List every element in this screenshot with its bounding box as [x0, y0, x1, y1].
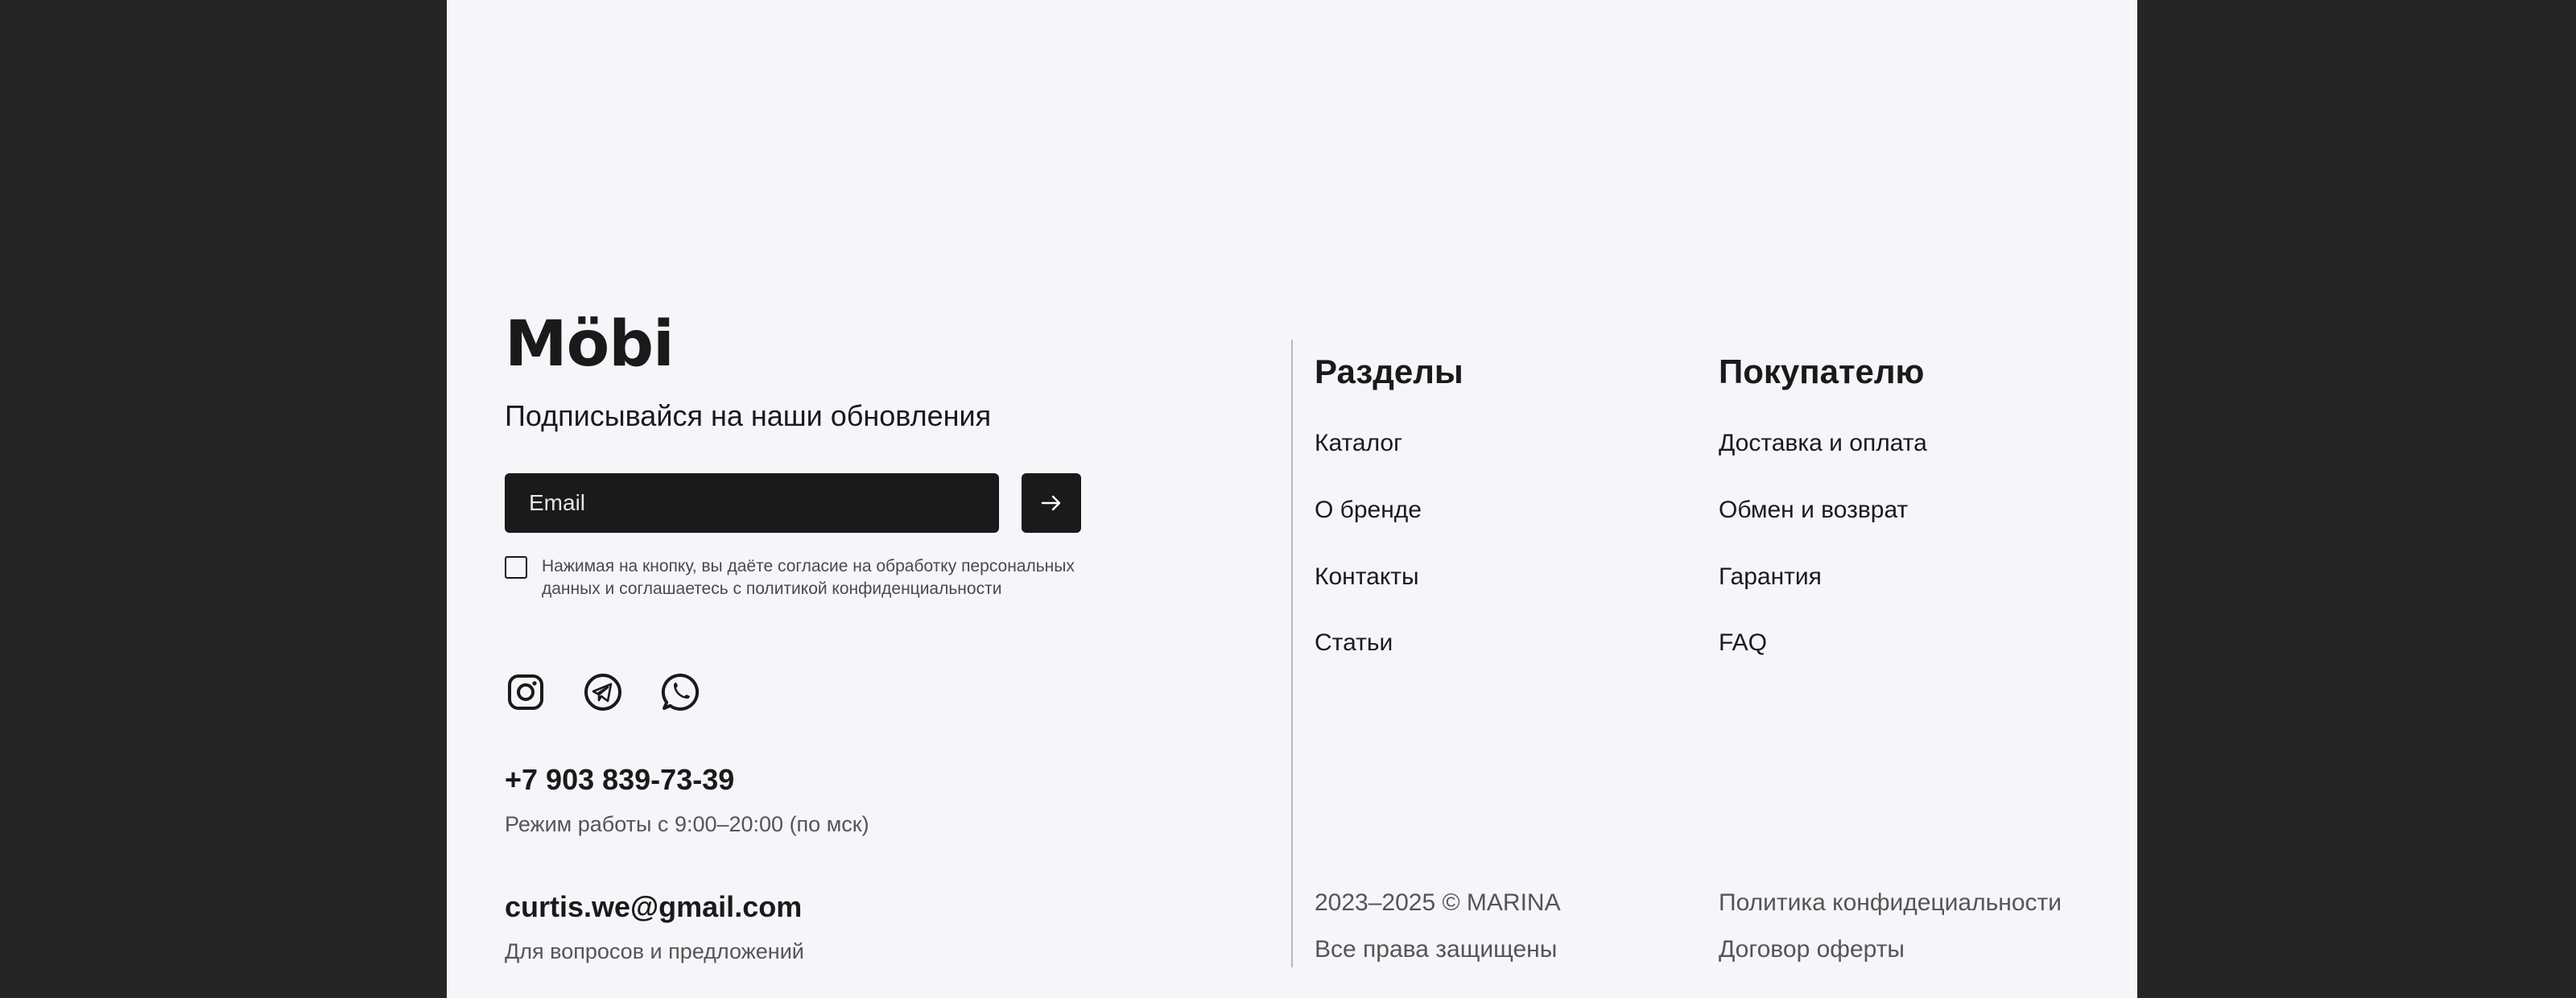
subscribe-title: Подписывайся на наши обновления	[505, 399, 992, 432]
telegram-icon	[583, 672, 623, 712]
whatsapp-icon	[660, 672, 700, 712]
vertical-divider	[1291, 340, 1293, 967]
consent-text: Нажимая на кнопку, вы даёте согласие на …	[542, 557, 1075, 598]
sections-title: Разделы	[1315, 353, 1463, 390]
consent-checkbox[interactable]	[505, 556, 527, 579]
telegram-link[interactable]	[580, 670, 625, 715]
rights-reserved: Все права защищены	[1315, 936, 1558, 963]
arrow-right-icon	[1039, 491, 1063, 515]
buyer-title: Покупателю	[1719, 353, 1925, 390]
logo[interactable]: Möbi	[505, 304, 675, 385]
nav-link-delivery[interactable]: Доставка и оплата	[1719, 427, 1927, 460]
footer: Möbi Подписывайся на наши обновления Наж…	[447, 0, 2137, 998]
subscribe-submit-button[interactable]	[1022, 473, 1081, 533]
nav-link-faq[interactable]: FAQ	[1719, 627, 1767, 659]
nav-link-catalog[interactable]: Каталог	[1315, 427, 1402, 460]
offer-agreement-link[interactable]: Договор оферты	[1719, 934, 1905, 966]
nav-link-articles[interactable]: Статьи	[1315, 627, 1393, 659]
email-note: Для вопросов и предложений	[505, 939, 804, 963]
whatsapp-link[interactable]	[658, 670, 703, 715]
instagram-icon	[506, 672, 546, 712]
copyright: 2023–2025 © MARINA	[1315, 889, 1561, 916]
nav-link-warranty[interactable]: Гарантия	[1719, 561, 1822, 593]
working-hours: Режим работы с 9:00–20:00 (по мск)	[505, 812, 869, 836]
instagram-link[interactable]	[503, 670, 548, 715]
phone-link[interactable]: +7 903 839-73-39	[505, 760, 734, 800]
nav-link-exchange[interactable]: Обмен и возврат	[1719, 494, 1908, 526]
nav-link-about[interactable]: О бренде	[1315, 494, 1422, 526]
email-input[interactable]	[505, 473, 999, 533]
privacy-policy-link[interactable]: Политика конфидециальности	[1719, 887, 2062, 919]
email-link[interactable]: curtis.we@gmail.com	[505, 887, 802, 927]
nav-link-contacts[interactable]: Контакты	[1315, 561, 1419, 593]
